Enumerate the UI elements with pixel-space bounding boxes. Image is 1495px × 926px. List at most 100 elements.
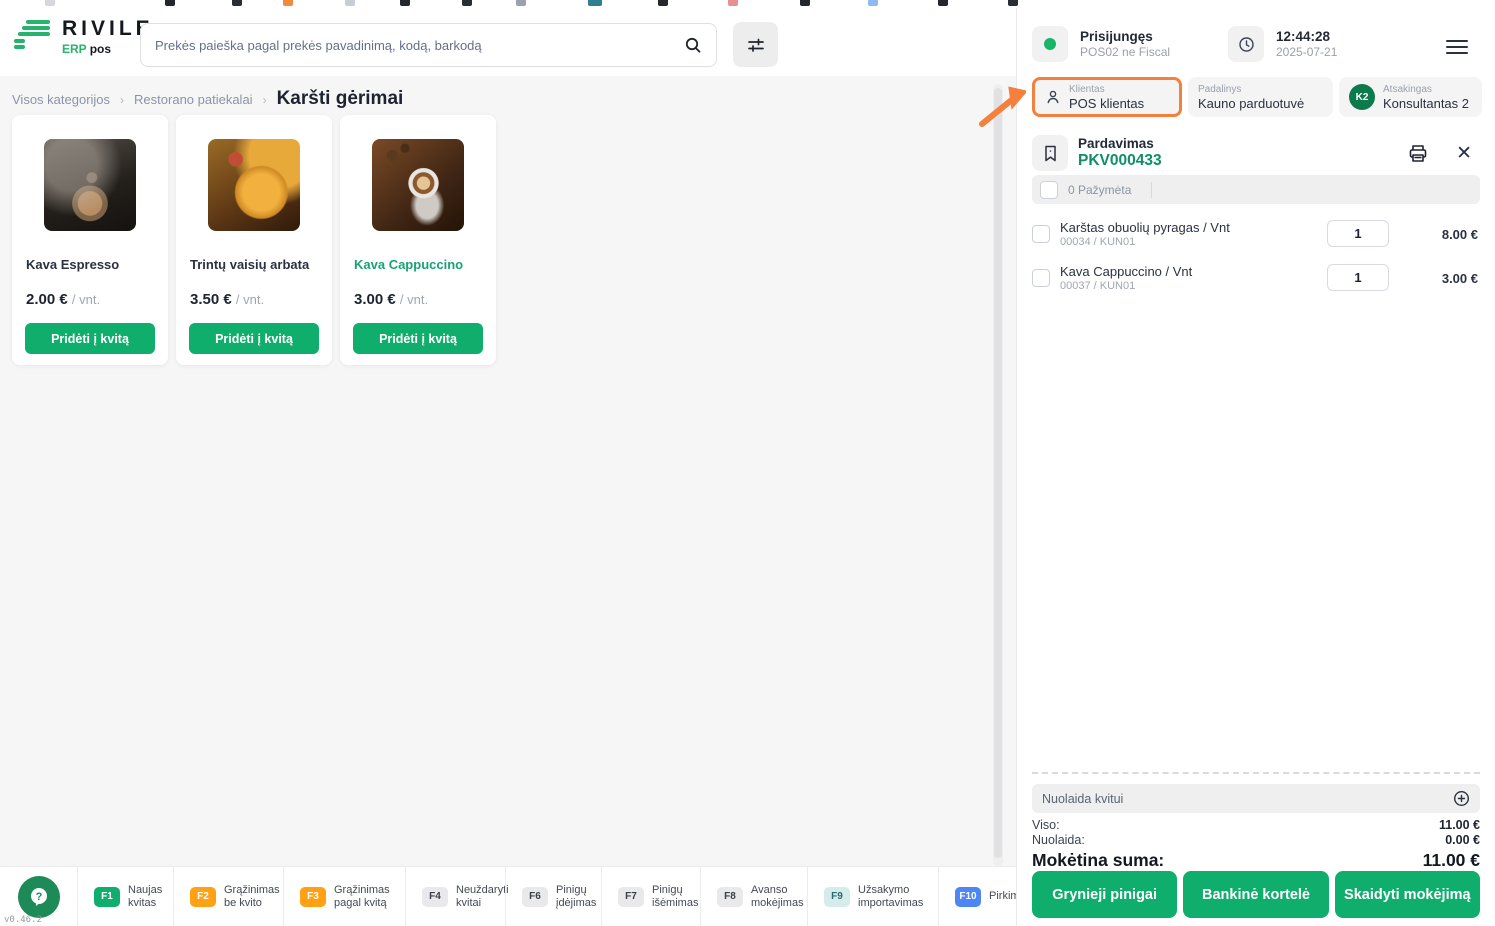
product-card-fruit-tea[interactable]: Trintų vaisių arbata 3.50 € / vnt. Pridė… (176, 115, 332, 365)
print-button[interactable] (1408, 144, 1428, 163)
bookmark-chip (1032, 135, 1068, 171)
product-name: Kava Espresso (26, 257, 119, 272)
favicon-fragment (400, 0, 410, 6)
quantity-input[interactable] (1327, 264, 1389, 291)
f9-badge: F9 (824, 887, 850, 907)
sliders-icon (746, 35, 766, 55)
fkey-f3-return-by-receipt[interactable]: F3 Grąžinimas pagal kvitą (283, 867, 405, 926)
avatar: K2 (1349, 84, 1375, 110)
product-image-cappuccino (372, 139, 464, 231)
sale-header: Pardavimas PKV000433 ✕ (1032, 134, 1480, 172)
cart-item-price: 3.00 € (1442, 271, 1478, 286)
amount-due-value: 11.00 € (1423, 850, 1480, 871)
select-all-bar: 0 Pažymėta (1032, 175, 1480, 204)
close-receipt-button[interactable]: ✕ (1456, 142, 1472, 165)
favicon-fragment (868, 0, 878, 6)
amount-due-label: Mokėtina suma: (1032, 850, 1164, 871)
product-card-espresso[interactable]: Kava Espresso 2.00 € / vnt. Pridėti į kv… (12, 115, 168, 365)
status-title: Prisijungęs (1080, 29, 1170, 44)
help-button[interactable]: ? (18, 876, 60, 918)
printer-icon (1408, 144, 1428, 163)
client-chip[interactable]: Klientas POS klientas (1032, 77, 1182, 117)
fkey-f8-advance-payment[interactable]: F8 Avanso mokėjimas (700, 867, 807, 926)
favicon-fragment (588, 0, 602, 6)
product-unit: / vnt. (72, 292, 100, 307)
rivile-logo: RIVILE ERPpos (14, 17, 154, 56)
rivile-logo-icon (14, 20, 52, 54)
fkey-f9-order-import[interactable]: F9 Užsakymo importavimas (807, 867, 938, 926)
fkey-f2-return-without-receipt[interactable]: F2 Grąžinimas be kvito (173, 867, 283, 926)
f3-badge: F3 (300, 887, 326, 907)
select-bar-divider (1151, 182, 1152, 198)
f7-badge: F7 (618, 887, 644, 907)
responsible-label: Atsakingas (1383, 84, 1469, 95)
product-image-espresso (44, 139, 136, 231)
fkey-f1-new-receipt[interactable]: F1 Naujas kvitas (77, 867, 173, 926)
favicon-fragment (345, 0, 355, 6)
function-key-bar: ? F1 Naujas kvitas F2 Grąžinimas be kvit… (0, 866, 1016, 926)
f2-badge: F2 (190, 887, 216, 907)
cart-row[interactable]: Kava Cappuccino / Vnt 00037 / KUN01 3.00… (1032, 260, 1480, 296)
cart-list: Karštas obuolių pyragas / Vnt 00034 / KU… (1032, 216, 1480, 304)
breadcrumb-all-categories[interactable]: Visos kategorijos (12, 92, 110, 107)
brand-sub-pos: pos (90, 42, 111, 56)
session-status-row: Prisijungęs POS02 ne Fiscal 12:44:28 202… (1032, 26, 1478, 66)
catalog-scrollbar[interactable] (993, 84, 1003, 866)
fkey-label: Grąžinimas be kvito (224, 884, 283, 910)
menu-button[interactable] (1446, 36, 1468, 58)
select-all-checkbox[interactable] (1040, 181, 1058, 199)
responsible-chip[interactable]: K2 Atsakingas Konsultantas 2 (1339, 77, 1482, 117)
fkey-f4-open-receipts[interactable]: F4 Neuždaryti kvitai (405, 867, 505, 926)
catalog-region: RIVILE ERPpos Visos kategorijos › Restor… (0, 8, 1016, 926)
app-version: v0.46.2 (4, 915, 42, 925)
cart-item-name: Kava Cappuccino / Vnt (1060, 264, 1192, 279)
svg-text:?: ? (36, 891, 43, 903)
fkey-f10-purchase[interactable]: F10 Pirkimas (938, 867, 1016, 926)
client-value: POS klientas (1069, 96, 1144, 111)
split-payment-button[interactable]: Skaidyti mokėjimą (1335, 871, 1480, 918)
person-icon (1045, 89, 1061, 105)
fkey-f7-cash-out[interactable]: F7 Pinigų išėmimas (601, 867, 700, 926)
branch-chip[interactable]: Padalinys Kauno parduotuvė (1188, 77, 1333, 117)
responsible-value: Konsultantas 2 (1383, 96, 1469, 111)
quantity-input[interactable] (1327, 220, 1389, 247)
cart-item-checkbox[interactable] (1032, 225, 1050, 243)
add-to-receipt-button[interactable]: Pridėti į kvitą (189, 323, 319, 354)
cart-item-checkbox[interactable] (1032, 269, 1050, 287)
scrollbar-thumb[interactable] (994, 88, 1002, 858)
add-to-receipt-button[interactable]: Pridėti į kvitą (25, 323, 155, 354)
breadcrumb-restaurant-dishes[interactable]: Restorano patiekalai (134, 92, 253, 107)
favicon-fragment (728, 0, 738, 6)
brand-sub-erp: ERP (62, 42, 87, 56)
current-time: 12:44:28 (1276, 29, 1337, 44)
product-card-cappuccino[interactable]: Kava Cappuccino 3.00 € / vnt. Pridėti į … (340, 115, 496, 365)
fkey-label: Avanso mokėjimas (751, 884, 807, 910)
favicon-fragment (45, 0, 55, 6)
f10-badge: F10 (955, 887, 981, 907)
selected-count-label: 0 Pažymėta (1068, 183, 1131, 197)
search-icon[interactable] (684, 36, 702, 54)
receipt-discount-bar[interactable]: Nuolaida kvitui (1032, 784, 1480, 813)
product-unit: / vnt. (236, 292, 264, 307)
cart-row[interactable]: Karštas obuolių pyragas / Vnt 00034 / KU… (1032, 216, 1480, 252)
fkey-label: Pinigų išėmimas (652, 884, 700, 910)
add-discount-button[interactable] (1453, 790, 1470, 807)
sale-number: PKV000433 (1078, 152, 1162, 170)
fkey-f6-cash-in[interactable]: F6 Pinigų įdėjimas (505, 867, 601, 926)
filter-button[interactable] (733, 22, 778, 67)
payment-buttons: Grynieji pinigai Bankinė kortelė Skaidyt… (1032, 871, 1480, 918)
chevron-right-icon: › (120, 93, 124, 107)
discount-total-label: Nuolaida: (1032, 833, 1085, 848)
cash-payment-button[interactable]: Grynieji pinigai (1032, 871, 1177, 918)
chevron-right-icon: › (263, 93, 267, 107)
card-payment-button[interactable]: Bankinė kortelė (1183, 871, 1328, 918)
catalog-header: RIVILE ERPpos (0, 8, 1016, 76)
product-name: Kava Cappuccino (354, 257, 463, 272)
product-price: 2.00 € (26, 291, 68, 308)
product-price: 3.00 € (354, 291, 396, 308)
add-to-receipt-button[interactable]: Pridėti į kvitą (353, 323, 483, 354)
status-subtitle: POS02 ne Fiscal (1080, 45, 1170, 59)
fkey-label: Neuždaryti kvitai (456, 884, 509, 910)
favicon-fragment (165, 0, 175, 6)
search-input[interactable] (155, 38, 684, 53)
